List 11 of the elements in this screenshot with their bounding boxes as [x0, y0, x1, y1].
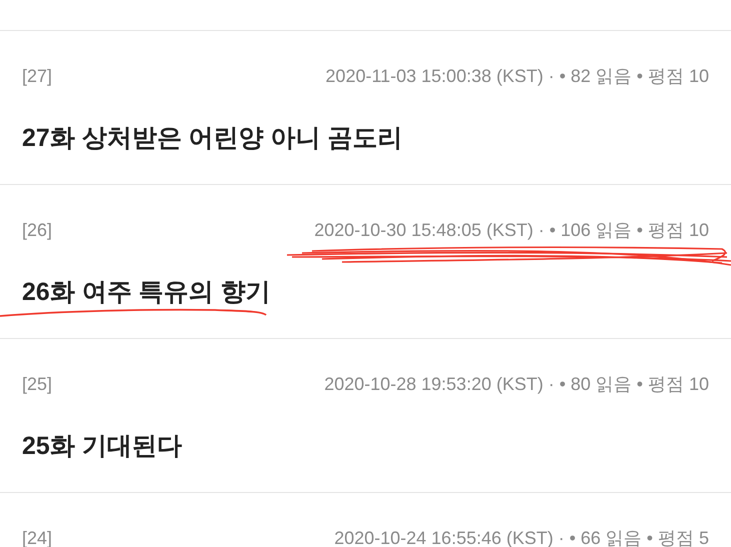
episode-meta: 2020-10-30 15:48:05 (KST) · • 106 읽음 • 평점 10: [314, 218, 709, 242]
episode-meta: 2020-11-03 15:00:38 (KST) · • 82 읽음 • 평점 10: [326, 64, 709, 88]
episode-number: [26]: [22, 218, 52, 242]
episode-number: [25]: [22, 372, 52, 396]
episode-number: [24]: [22, 526, 52, 547]
episode-title[interactable]: 26화 여주 특유의 향기: [22, 274, 271, 312]
episode-meta: 2020-10-24 16:55:46 (KST) · • 66 읽음 • 평점 5: [334, 526, 709, 547]
episode-number: [27]: [22, 64, 52, 88]
episode-title[interactable]: 27화 상처받은 어린양 아니 곰도리: [22, 120, 403, 158]
episode-title[interactable]: 25화 기대된다: [22, 428, 182, 466]
episode-meta: 2020-10-28 19:53:20 (KST) · • 80 읽음 • 평점 10: [324, 372, 709, 396]
